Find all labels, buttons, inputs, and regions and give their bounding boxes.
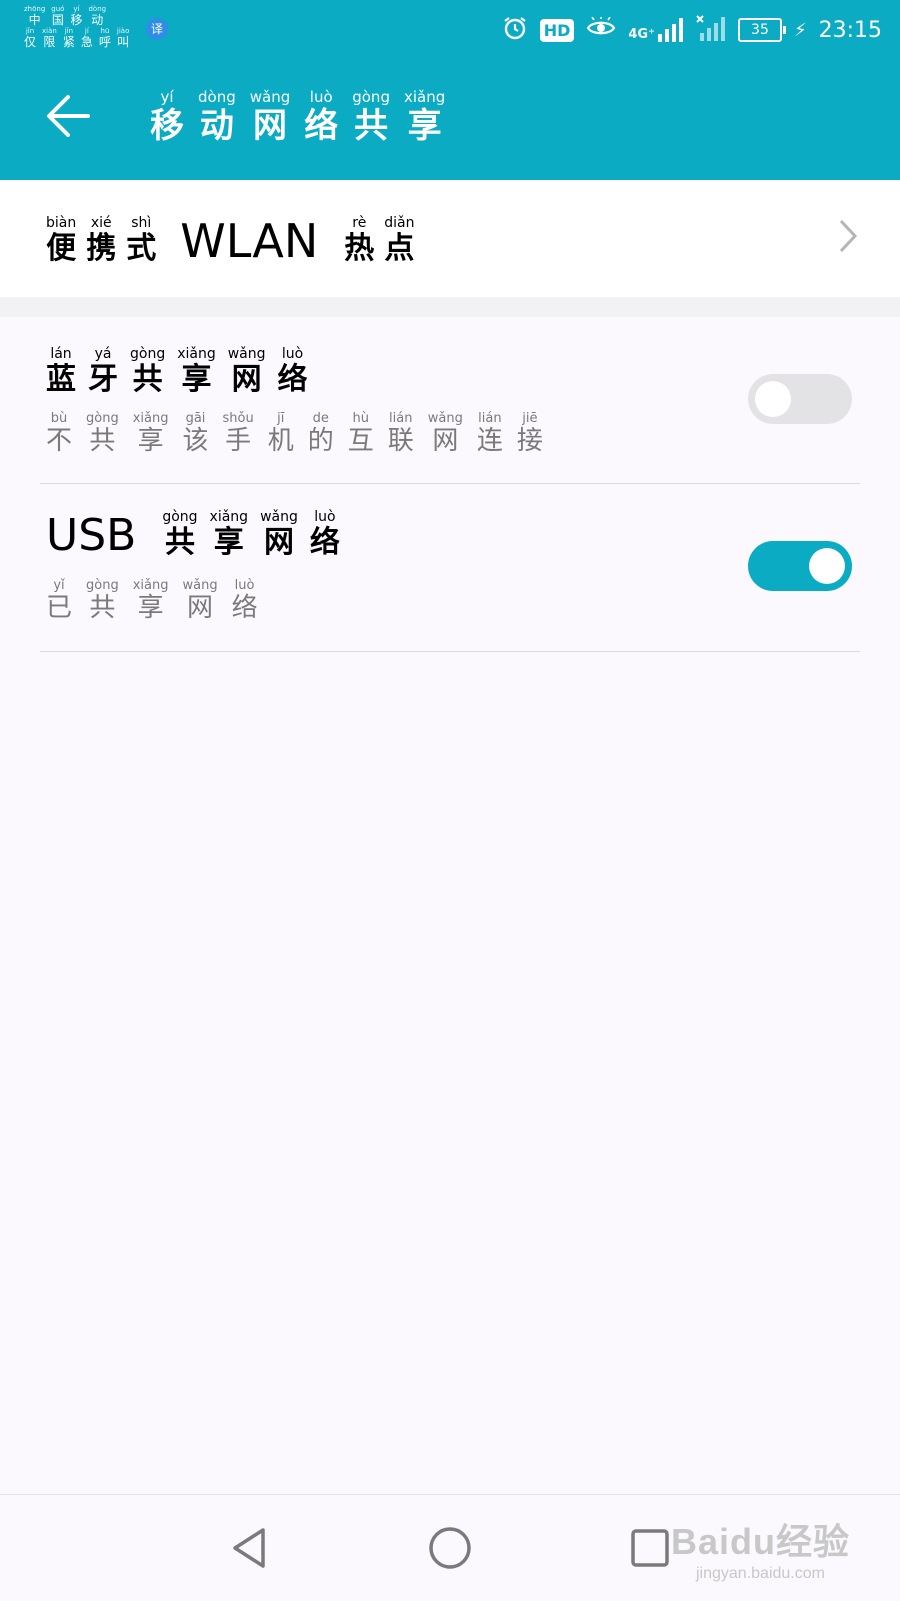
baidu-watermark: Baidu经验 jingyan.baidu.com (671, 1513, 850, 1583)
navigation-bar: Baidu经验 jingyan.baidu.com (0, 1494, 900, 1601)
circle-home-icon (429, 1527, 471, 1569)
label-char: xiǎng 享 (209, 509, 249, 560)
carrier-line-2: jǐn 仅 xiàn 限 jǐn 紧 jí 急 hū 呼 jiào 叫 (24, 27, 130, 49)
label-char: luò 络 (309, 509, 340, 560)
summary-char: gòng 共 (86, 578, 119, 623)
label-char: lán 蓝 (46, 346, 76, 397)
signal-4g-icon: 4G⁺ (628, 18, 684, 42)
chevron-right-icon (839, 219, 858, 253)
carrier-char: xiàn 限 (42, 27, 57, 49)
title-char: xiǎng 享 (403, 88, 446, 146)
back-button[interactable] (38, 86, 98, 146)
summary-char: gāi 该 (182, 411, 209, 456)
section-gap (0, 297, 900, 317)
nav-back-button[interactable] (222, 1521, 276, 1575)
carrier-char: jí 急 (80, 27, 93, 49)
page-title: yí 移 dòng 动 wǎng 网 luò 络 gòng 共 xiǎng 享 (150, 88, 446, 146)
summary-char: jī 机 (267, 411, 294, 456)
usb-tethering-toggle[interactable] (748, 541, 852, 591)
wlan-hotspot-item[interactable]: biàn 便 xié 携 shì 式 WLAN rè 热 diǎn 点 (0, 180, 900, 297)
carrier-char: jǐn 紧 (62, 27, 75, 49)
watermark-main: Baidu经验 (670, 1521, 850, 1562)
carrier-char: guó 国 (51, 5, 65, 27)
label-char: yá 牙 (88, 346, 118, 397)
title-char: yí 移 (150, 88, 184, 146)
wlan-hotspot-label: biàn 便 xié 携 shì 式 WLAN rè 热 diǎn 点 (46, 216, 415, 264)
charging-icon: ⚡ (793, 19, 807, 41)
bluetooth-tethering-title: lán 蓝 yá 牙 gòng 共 xiǎng 享 wǎng 网 luò 络 (46, 347, 308, 395)
carrier-char: yí 移 (70, 5, 83, 27)
carrier-char: zhōng 中 (24, 5, 46, 27)
carrier-char: jiào 叫 (116, 27, 130, 49)
alarm-icon (502, 15, 528, 45)
bluetooth-tethering-item: lán 蓝 yá 牙 gòng 共 xiǎng 享 wǎng 网 luò 络 bù 不 gòn… (0, 317, 900, 483)
status-bar: zhōng 中 guó 国 yí 移 dòng 动 jǐn 仅 xiàn 限 jǐn 紧 jí… (0, 0, 900, 62)
label-char: luò 络 (277, 346, 308, 397)
label-char: rè 热 (344, 215, 375, 266)
summary-char: lián 联 (387, 411, 414, 456)
bluetooth-tethering-toggle[interactable] (748, 374, 852, 424)
usb-tethering-title: USB gòng 共 xiǎng 享 wǎng 网 luò 络 (46, 510, 340, 558)
carrier-char: hū 呼 (98, 27, 111, 49)
translate-icon: 译 (146, 18, 168, 40)
carrier-line-1: zhōng 中 guó 国 yí 移 dòng 动 (24, 5, 129, 27)
title-char: dòng 动 (198, 88, 236, 146)
hd-voice-icon: HD (539, 18, 575, 42)
summary-char: hù 互 (347, 411, 374, 456)
summary-char: de 的 (307, 411, 334, 456)
summary-char: bù 不 (46, 411, 73, 456)
toggle-knob (755, 381, 791, 417)
triangle-back-icon (233, 1528, 265, 1568)
summary-char: shǒu 手 (222, 411, 254, 456)
nav-recents-button[interactable] (623, 1521, 677, 1575)
summary-char: wǎng 网 (427, 411, 463, 456)
wlan-word: WLAN (180, 214, 319, 268)
summary-char: xiǎng 享 (132, 411, 169, 456)
app-bar: yí 移 dòng 动 wǎng 网 luò 络 gòng 共 xiǎng 享 (0, 62, 900, 180)
carrier-char: dòng 动 (88, 5, 107, 27)
summary-char: gòng 共 (86, 411, 119, 456)
label-char: gòng 共 (162, 509, 198, 560)
title-char: wǎng 网 (249, 88, 291, 146)
clock: 23:15 (818, 17, 882, 43)
carrier-char: jǐn 仅 (24, 27, 37, 49)
bluetooth-tethering-summary: bù 不 gòng 共 xiǎng 享 gāi 该 shǒu 手 jī 机 de 的 hù 互 … (46, 412, 543, 454)
usb-word: USB (46, 510, 137, 561)
carrier-label: zhōng 中 guó 国 yí 移 dòng 动 jǐn 仅 xiàn 限 jǐn 紧 jí… (24, 6, 129, 50)
watermark-sub: jingyan.baidu.com (696, 1565, 825, 1582)
signal-no-service-icon (696, 15, 726, 45)
nav-home-button[interactable] (423, 1521, 477, 1575)
network-type-label: 4G⁺ (628, 27, 655, 42)
summary-char: luò 络 (231, 578, 258, 623)
summary-char: wǎng 网 (182, 578, 218, 623)
label-char: diǎn 点 (384, 215, 415, 266)
label-char: gòng 共 (130, 346, 166, 397)
summary-char: xiǎng 享 (132, 578, 169, 623)
label-char: xiǎng 享 (177, 346, 216, 397)
usb-tethering-item: USB gòng 共 xiǎng 享 wǎng 网 luò 络 yǐ 已 gòng 共 xi… (0, 484, 900, 650)
label-char: wǎng 网 (260, 509, 298, 560)
title-char: gòng 共 (352, 88, 390, 146)
divider (40, 651, 860, 652)
summary-char: lián 连 (476, 411, 503, 456)
title-char: luò 络 (304, 88, 339, 146)
back-arrow-icon (47, 95, 90, 137)
status-icons: HD 4G⁺ 35 ⚡ 23:15 (502, 12, 882, 48)
square-recents-icon (631, 1529, 669, 1567)
toggle-knob (809, 548, 845, 584)
eye-comfort-icon (586, 16, 616, 43)
label-char: biàn 便 (46, 215, 77, 266)
label-char: xié 携 (86, 215, 117, 266)
label-char: wǎng 网 (227, 346, 266, 397)
label-char: shì 式 (126, 215, 157, 266)
summary-char: yǐ 已 (46, 578, 73, 623)
usb-tethering-summary: yǐ 已 gòng 共 xiǎng 享 wǎng 网 luò 络 (46, 579, 258, 621)
battery-icon: 35 (737, 18, 786, 42)
summary-char: jiē 接 (516, 411, 543, 456)
